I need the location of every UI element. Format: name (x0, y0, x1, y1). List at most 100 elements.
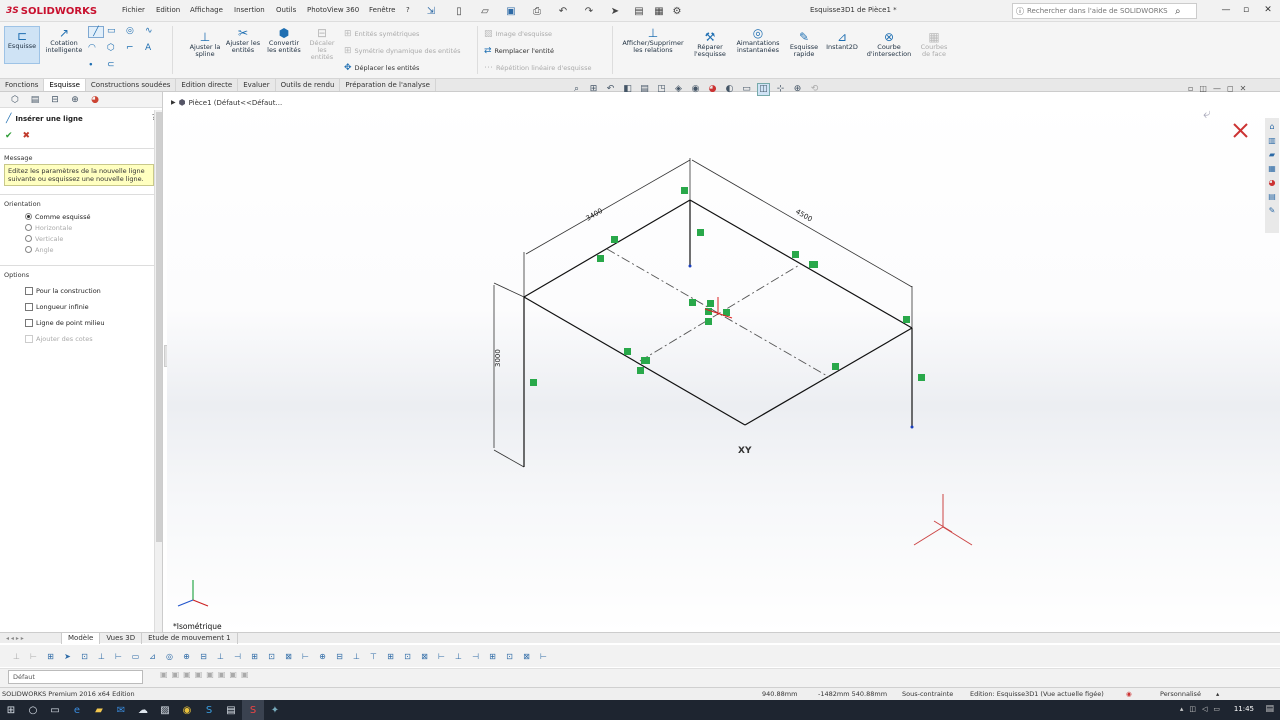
display-tool-icon[interactable]: ▣ (160, 670, 168, 679)
checkbox-longueur-infinie[interactable]: Longueur infinie (0, 299, 162, 315)
trim-entities-button[interactable]: ✂ Ajuster les entités (224, 26, 262, 54)
relations-tool-icon[interactable]: ⊥ (95, 650, 108, 663)
relations-tool-icon[interactable]: ⊠ (418, 650, 431, 663)
relations-tool-icon[interactable]: ◎ (163, 650, 176, 663)
relations-tool-icon[interactable]: ⊞ (384, 650, 397, 663)
cancel-x-icon[interactable]: ✖ (23, 131, 31, 141)
configuration-select[interactable]: Défaut (8, 670, 143, 684)
menu-fichier[interactable]: Fichier (122, 6, 145, 14)
display-tool-icon[interactable]: ▣ (218, 670, 226, 679)
relations-tool-icon[interactable]: ⊥ (10, 650, 23, 663)
relations-tool-icon[interactable]: ⊠ (520, 650, 533, 663)
linear-pattern-button[interactable]: ⋯ Répétition linéaire d'esquisse (484, 63, 591, 73)
display-tool-icon[interactable]: ▣ (172, 670, 180, 679)
pin-icon[interactable]: ⇲ (424, 4, 438, 18)
tab-constructions-soudees[interactable]: Constructions soudées (86, 79, 177, 91)
viewport-tile-icon[interactable]: ◫ (1199, 84, 1207, 93)
quick-snaps-button[interactable]: ◎ Aimantations instantanées (732, 26, 784, 54)
message-header[interactable]: Message (0, 154, 162, 162)
menu-affichage[interactable]: Affichage (190, 6, 223, 14)
relations-tool-icon[interactable]: ⊟ (333, 650, 346, 663)
app-taskbar-icon[interactable]: ✦ (264, 700, 286, 720)
tab-modele[interactable]: Modèle (62, 632, 101, 644)
cortana-search-icon[interactable]: ○ (22, 700, 44, 720)
relations-tool-icon[interactable]: ⊥ (452, 650, 465, 663)
dimension-4500[interactable]: 4500 (794, 208, 813, 224)
design-library-icon[interactable]: ▥ (1267, 134, 1278, 146)
dimension-3400[interactable]: 3400 (585, 207, 604, 223)
tab-etude-mouvement[interactable]: Etude de mouvement 1 (142, 632, 238, 644)
relations-tool-icon[interactable]: ⊟ (197, 650, 210, 663)
relations-tool-icon[interactable]: ⊥ (214, 650, 227, 663)
relations-tool-icon[interactable]: ⊤ (367, 650, 380, 663)
fillet-icon[interactable]: ⌐ (126, 43, 142, 55)
custom-properties-icon[interactable]: ▤ (1267, 190, 1278, 202)
minimize-button[interactable]: — (1218, 3, 1234, 17)
display-manager-tab-icon[interactable]: ◕ (88, 94, 102, 106)
text-icon[interactable]: A (145, 43, 161, 55)
open-icon[interactable]: ▱ (478, 4, 492, 18)
smart-dimension-button[interactable]: ↗ Cotation intelligente (42, 26, 86, 54)
replace-entity-button[interactable]: ⇄ Remplacer l'entité (484, 46, 554, 56)
viewport-maximize-icon[interactable]: ◻ (1227, 84, 1234, 93)
relations-tool-icon[interactable]: ⊢ (435, 650, 448, 663)
circle-icon[interactable]: ◎ (126, 26, 142, 38)
scene-icon[interactable]: ◐ (723, 83, 736, 96)
display-tool-icon[interactable]: ▣ (229, 670, 237, 679)
view-sketch-icon[interactable]: ⊹ (774, 83, 787, 96)
network-icon[interactable]: ◫ (1189, 705, 1196, 713)
redo-icon[interactable]: ↷ (582, 4, 596, 18)
checkbox-ajouter-cotes[interactable]: Ajouter des cotes (0, 331, 162, 347)
maximize-button[interactable]: ▫ (1238, 3, 1254, 17)
onedrive-icon[interactable]: ☁ (132, 700, 154, 720)
fit-spline-button[interactable]: ⊥ Ajuster la spline (188, 30, 222, 58)
ok-check-icon[interactable]: ✔ (5, 131, 13, 141)
view-settings-icon[interactable]: ▭ (740, 83, 753, 96)
intersection-curve-button[interactable]: ⊗ Courbe d'intersection (862, 30, 916, 58)
file-properties-icon[interactable]: ▦ (652, 4, 666, 18)
arc-icon[interactable]: ◠ (88, 43, 104, 55)
relations-tool-icon[interactable]: ⊣ (231, 650, 244, 663)
mirror-entities-button[interactable]: ⊞ Entités symétriques (344, 29, 419, 39)
language-icon[interactable]: ▭ (1213, 705, 1220, 713)
display-tool-icon[interactable]: ▣ (183, 670, 191, 679)
relations-tool-icon[interactable]: ⊢ (27, 650, 40, 663)
zoom-fit-icon[interactable]: ⌕ (570, 83, 583, 96)
radio-verticale[interactable]: Verticale (0, 233, 162, 244)
skype-icon[interactable]: S (198, 700, 220, 720)
section-view-icon[interactable]: ◧ (621, 83, 634, 96)
units-dropdown-icon[interactable]: ▴ (1216, 690, 1219, 698)
pointer-icon[interactable]: ➤ (61, 650, 74, 663)
viewport-close-icon[interactable]: ✕ (1240, 84, 1247, 93)
relations-tool-icon[interactable]: ⊡ (401, 650, 414, 663)
undo-icon[interactable]: ↶ (556, 4, 570, 18)
expand-arrow-icon[interactable]: ▶ (171, 99, 176, 106)
rebuild-icon[interactable]: ▤ (632, 4, 646, 18)
panel-scrollbar[interactable] (154, 110, 162, 632)
help-search-input[interactable] (1027, 7, 1172, 15)
checkbox-point-milieu[interactable]: Ligne de point milieu (0, 315, 162, 331)
new-document-icon[interactable]: ▯ (452, 4, 466, 18)
checkbox-construction[interactable]: Pour la construction (0, 283, 162, 299)
appearances-icon[interactable]: ◕ (1267, 176, 1278, 188)
rectangle-icon[interactable]: ▭ (107, 26, 123, 38)
rapid-sketch-button[interactable]: ✎ Esquisse rapide (786, 30, 822, 58)
relations-tool-icon[interactable]: ⊿ (146, 650, 159, 663)
offset-entities-button[interactable]: ⊟ Décaler les entités (306, 26, 338, 61)
point-icon[interactable]: ∙ (88, 60, 104, 72)
scrollbar-thumb[interactable] (156, 112, 162, 542)
tab-fonctions[interactable]: Fonctions (0, 79, 45, 91)
relations-tool-icon[interactable]: ⊡ (265, 650, 278, 663)
relations-tool-icon[interactable]: ⊡ (503, 650, 516, 663)
spline-icon[interactable]: ∿ (145, 26, 161, 38)
close-button[interactable]: ✕ (1260, 3, 1276, 17)
relations-tool-icon[interactable]: ⊢ (299, 650, 312, 663)
slot-icon[interactable]: ⊂ (107, 60, 123, 72)
edit-appearance-icon[interactable]: ◕ (706, 83, 719, 96)
radio-angle[interactable]: Angle (0, 244, 162, 255)
viewport-minimize-icon[interactable]: — (1213, 84, 1221, 93)
taskbar-clock[interactable]: 11:45 (1234, 705, 1254, 713)
tab-outils-rendu[interactable]: Outils de rendu (276, 79, 341, 91)
confirmation-corner-icon[interactable]: ⤶ (1203, 106, 1211, 122)
hide-show-icon[interactable]: ◉ (689, 83, 702, 96)
